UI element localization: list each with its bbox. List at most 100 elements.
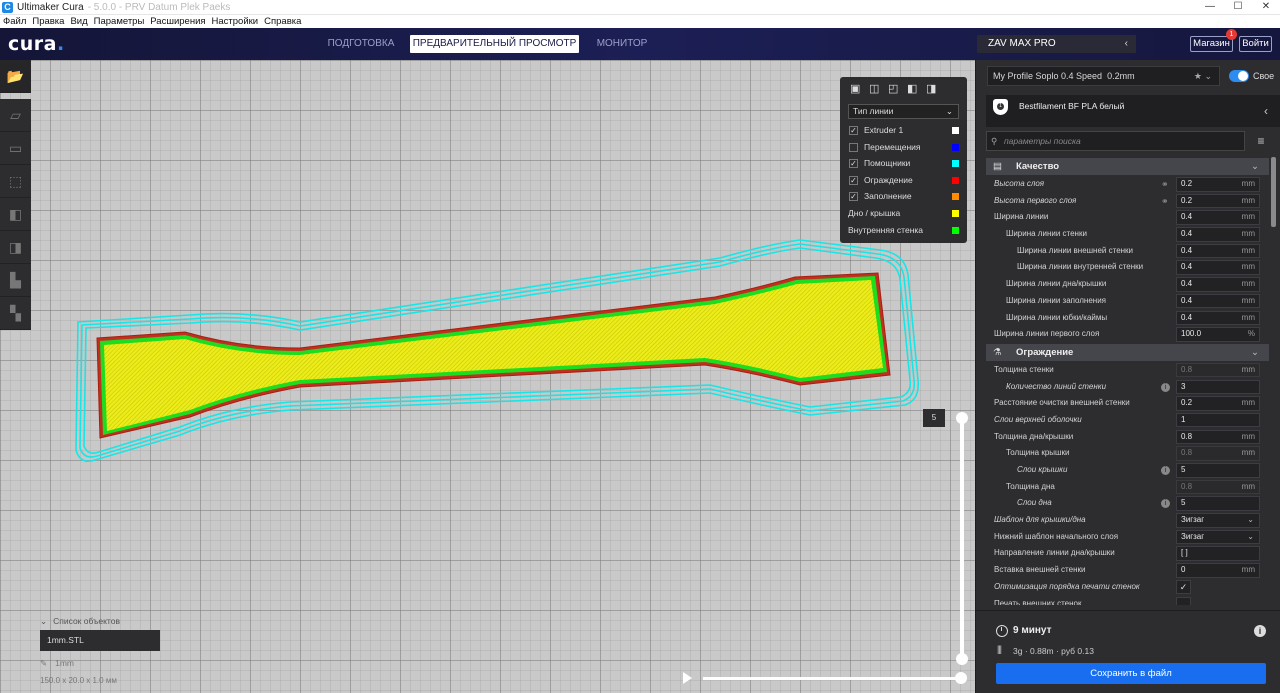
setting-value-input[interactable]: 0.4 mm xyxy=(1176,227,1260,242)
menu-view[interactable]: Вид xyxy=(67,16,90,27)
hamburger-menu-icon[interactable]: ≡ xyxy=(1253,131,1269,151)
link-icon[interactable]: ⚭ xyxy=(1161,176,1169,193)
tab-monitor[interactable]: МОНИТОР xyxy=(588,35,656,53)
material-row[interactable]: 1 Bestfilament BF PLA белый xyxy=(986,95,1251,127)
legend-row-helpers[interactable]: ✓ Помощники xyxy=(840,155,967,172)
checkbox[interactable]: ✓ xyxy=(849,192,858,202)
marketplace-button[interactable]: Магазин xyxy=(1190,36,1233,52)
view-right-icon[interactable]: ◨ xyxy=(0,231,31,264)
collapse-button[interactable]: ‹ xyxy=(1251,95,1280,127)
setting-value-input[interactable]: 0.4 mm xyxy=(1176,310,1260,325)
legend-row-shell[interactable]: ✓ Ограждение xyxy=(840,172,967,189)
view-3d-icon[interactable]: ▱ xyxy=(0,99,31,132)
window-title-extra: - 5.0.0 - PRV Datum Plek Paeks xyxy=(87,1,231,13)
setting-value-input[interactable]: 0.4 mm xyxy=(1176,243,1260,259)
setting-value-input[interactable]: 0.2 mm xyxy=(1176,193,1260,209)
printer-selector[interactable]: ZAV MAX PRO ‹ xyxy=(977,35,1136,53)
link-icon[interactable]: ⚭ xyxy=(1161,193,1169,210)
setting-value-input[interactable]: 3 xyxy=(1176,379,1260,395)
maximize-button[interactable]: ☐ xyxy=(1224,0,1252,15)
info-icon[interactable]: i xyxy=(1161,466,1170,475)
legend-row-travel[interactable]: Перемещения xyxy=(840,139,967,156)
legend-row-infill[interactable]: ✓ Заполнение xyxy=(840,188,967,205)
info-icon[interactable]: i xyxy=(1254,625,1266,637)
star-icon[interactable]: ★ xyxy=(1194,71,1202,81)
setting-row: Количество линий стенки i 3 xyxy=(986,379,1269,396)
layer-slider-track[interactable] xyxy=(960,418,964,660)
checkbox[interactable]: ✓ xyxy=(849,175,858,185)
setting-value-input[interactable]: 0.8 mm xyxy=(1176,429,1260,445)
simulation-slider-track[interactable] xyxy=(703,677,960,680)
setting-value-input[interactable]: 0 mm xyxy=(1176,563,1260,578)
close-button[interactable]: ✕ xyxy=(1252,0,1280,15)
cura-app-icon: C xyxy=(2,1,13,13)
object-list-toggle[interactable]: ⌄ Список объектов xyxy=(40,616,120,627)
menu-settings[interactable]: Параметры xyxy=(91,16,148,27)
view-left-icon[interactable]: ◧ xyxy=(0,198,31,231)
setting-value-input[interactable]: 1 xyxy=(1176,412,1260,428)
menu-preferences[interactable]: Настройки xyxy=(209,16,262,27)
category-shell[interactable]: ⚗ Ограждение ⌄ xyxy=(986,343,1269,361)
layer-number-field[interactable]: 5 xyxy=(923,409,945,427)
setting-value-input[interactable]: 0.4 mm xyxy=(1176,277,1260,292)
cube-right-icon[interactable]: ◨ xyxy=(926,83,938,95)
setting-value-input[interactable]: 0.4 mm xyxy=(1176,260,1260,275)
play-icon[interactable] xyxy=(683,672,692,684)
view-top-icon[interactable]: ⬚ xyxy=(0,165,31,198)
save-to-file-button[interactable]: Сохранить в файл xyxy=(996,663,1266,684)
checkbox[interactable] xyxy=(849,142,858,152)
setting-value-input[interactable]: 0.8 mm xyxy=(1176,362,1260,378)
chevron-down-icon: ⌄ xyxy=(1247,515,1254,525)
checkbox[interactable]: ✓ xyxy=(849,159,858,169)
cube-top-icon[interactable]: ◰ xyxy=(888,83,900,95)
menu-help[interactable]: Справка xyxy=(261,16,304,27)
setting-row: Толщина крышки 0.8 mm xyxy=(986,445,1269,462)
login-button[interactable]: Войти xyxy=(1239,36,1272,52)
setting-value-input[interactable]: 0.8 mm xyxy=(1176,479,1260,495)
menu-edit[interactable]: Правка xyxy=(29,16,67,27)
chevron-down-icon: ⌄ xyxy=(40,616,48,626)
setting-select[interactable]: Зигзаг ⌄ xyxy=(1176,529,1260,545)
line-type-dropdown[interactable]: Тип линии ⌄ xyxy=(848,104,959,119)
settings-search-input[interactable]: ⚲ параметры поиска xyxy=(986,131,1245,151)
setting-checkbox[interactable] xyxy=(1176,596,1191,605)
tab-preview[interactable]: ПРЕДВАРИТЕЛЬНЫЙ ПРОСМОТР xyxy=(410,35,579,53)
setting-value-input[interactable]: 0.4 mm xyxy=(1176,293,1260,309)
setting-value-input[interactable]: 0.8 mm xyxy=(1176,446,1260,461)
menu-file[interactable]: Файл xyxy=(0,16,29,27)
setting-row: Толщина дна 0.8 mm xyxy=(986,479,1269,496)
view-front-icon[interactable]: ▭ xyxy=(0,132,31,165)
info-icon[interactable]: i xyxy=(1161,499,1170,509)
custom-mode-toggle[interactable] xyxy=(1229,70,1249,82)
setting-value-input[interactable]: 5 xyxy=(1176,463,1260,478)
menu-extensions[interactable]: Расширения xyxy=(147,16,208,27)
minimize-button[interactable]: — xyxy=(1196,0,1224,15)
setting-select[interactable]: Зигзаг ⌄ xyxy=(1176,513,1260,528)
layer-slider-upper-handle[interactable] xyxy=(956,412,968,424)
category-quality[interactable]: ▤ Качество ⌄ xyxy=(986,158,1269,175)
profile-selector[interactable]: My Profile Soplo 0.4 Speed 0.2mm ★ ⌄ xyxy=(987,66,1220,86)
setting-value-input[interactable]: 0.2 mm xyxy=(1176,396,1260,411)
legend-row-extruder[interactable]: ✓ Extruder 1 xyxy=(840,122,967,139)
object-list-item[interactable]: 1mm.STL xyxy=(40,630,160,651)
3d-viewport[interactable]: 📂 ▱ ▭ ⬚ ◧ ◨ ▙ ▚ ▣ ◫ ◰ ◧ ◨ Тип линии ⌄ ✓ E… xyxy=(0,60,975,693)
extruder-icon: 1 xyxy=(993,99,1008,115)
cube-3d-icon[interactable]: ▣ xyxy=(850,83,862,95)
setting-value-input[interactable]: 0.4 mm xyxy=(1176,210,1260,225)
xray-view-icon[interactable]: ▚ xyxy=(0,297,31,330)
setting-value-input[interactable]: 0.2 mm xyxy=(1176,177,1260,192)
cube-front-icon[interactable]: ◫ xyxy=(869,83,881,95)
simulation-slider-handle[interactable] xyxy=(955,672,967,684)
tab-prepare[interactable]: ПОДГОТОВКА xyxy=(320,35,402,53)
cube-left-icon[interactable]: ◧ xyxy=(907,83,919,95)
setting-value-input[interactable]: 5 xyxy=(1176,496,1260,511)
setting-value-input[interactable]: [ ] xyxy=(1176,546,1260,561)
layer-view-icon[interactable]: ▙ xyxy=(0,264,31,297)
setting-checkbox[interactable]: ✓ xyxy=(1176,579,1191,595)
checkbox[interactable]: ✓ xyxy=(849,126,858,135)
info-icon[interactable]: i xyxy=(1161,382,1170,392)
open-file-icon[interactable]: 📂 xyxy=(0,60,31,93)
settings-scrollbar[interactable] xyxy=(1271,157,1276,227)
setting-value-input[interactable]: 100.0% xyxy=(1176,327,1260,342)
layer-slider-lower-handle[interactable] xyxy=(956,653,968,665)
